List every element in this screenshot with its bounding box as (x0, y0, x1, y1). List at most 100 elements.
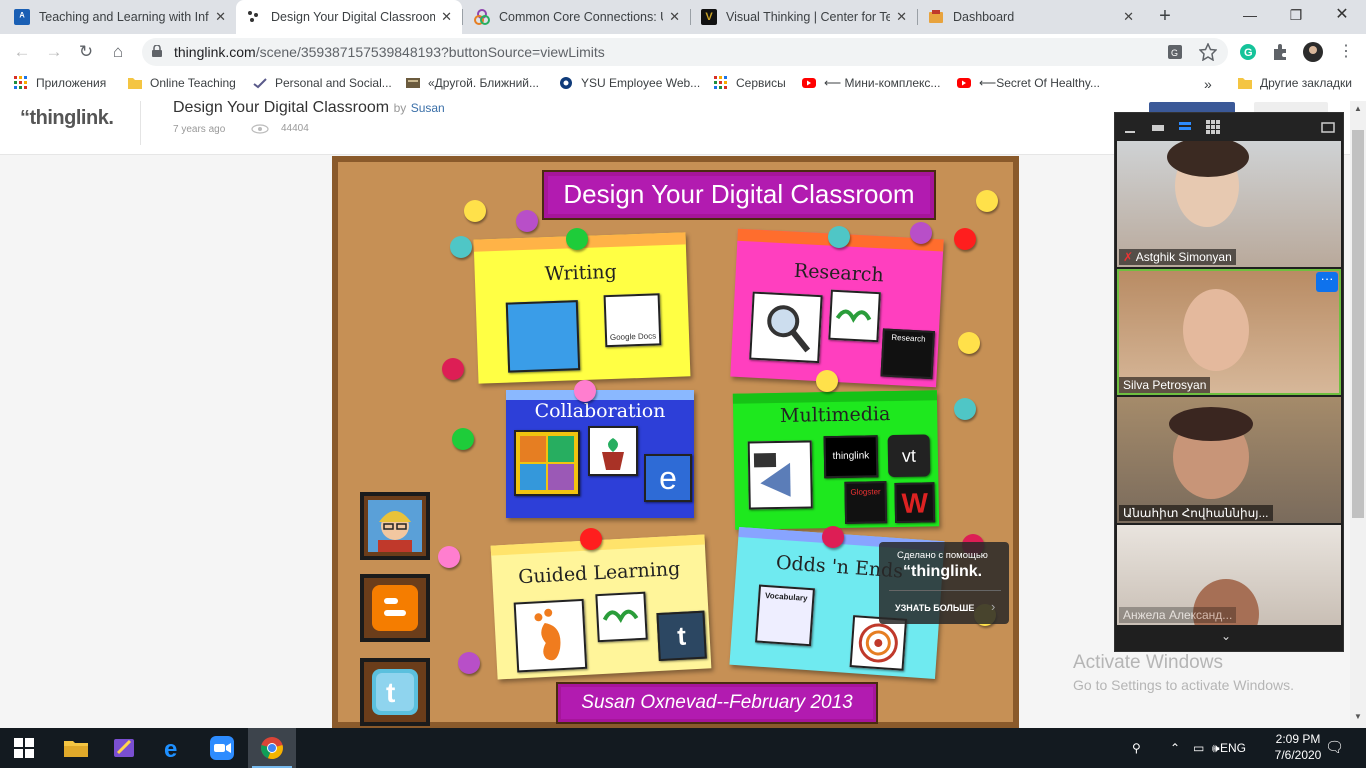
other-bookmarks[interactable]: Другие закладки (1238, 76, 1352, 90)
author-link[interactable]: Susan (411, 101, 445, 115)
bookmark-servisy[interactable]: Сервисы (714, 76, 786, 90)
taskbar-app-purple[interactable] (100, 728, 148, 768)
participant-more-button[interactable]: ··· (1316, 272, 1338, 292)
bookmark-label: Другие закладки (1260, 76, 1352, 90)
edmodo-e-icon[interactable]: e (644, 454, 692, 502)
google-docs-icon[interactable]: Google Docs (603, 293, 662, 348)
bookmark-online-teaching[interactable]: Online Teaching (128, 76, 236, 90)
tumblr-label: t (676, 620, 687, 652)
blue-folder-icon[interactable] (505, 300, 581, 373)
tab-design-digital-classroom[interactable]: Design Your Digital Classroom ✕ (236, 0, 462, 34)
taskbar-file-explorer[interactable] (52, 728, 100, 768)
back-button[interactable]: ← (10, 40, 34, 64)
plant-pot-icon[interactable] (588, 426, 638, 476)
notifications-icon[interactable]: 🗨 (1325, 738, 1344, 756)
footprint-icon[interactable] (513, 598, 588, 673)
wikispaces-icon[interactable] (595, 591, 648, 643)
url-text[interactable]: thinglink.com/scene/359387157539848193?b… (174, 44, 605, 60)
taskbar-chrome[interactable] (248, 728, 296, 768)
glogster-icon[interactable]: Glogster (844, 481, 888, 524)
profile-avatar[interactable] (1303, 42, 1323, 62)
chrome-menu-icon[interactable]: ⋮ (1334, 40, 1358, 64)
teal-pushpin (828, 226, 850, 248)
speaker-view-icon[interactable] (1178, 120, 1192, 134)
home-button[interactable]: ⌂ (106, 40, 130, 64)
vocabulary-icon[interactable]: Vocabulary (755, 584, 815, 647)
url-host: thinglink.com (174, 44, 256, 60)
start-button[interactable] (0, 728, 48, 768)
wikispaces-icon[interactable] (828, 289, 881, 343)
taskbar-edge[interactable]: e (150, 728, 198, 768)
volume-icon[interactable]: 🕪 (1212, 741, 1220, 756)
restore-window-button[interactable]: ❐ (1276, 4, 1316, 28)
new-tab-button[interactable]: + (1153, 5, 1177, 29)
bookmarks-overflow-button[interactable]: » (1204, 76, 1212, 92)
avatar-frame[interactable] (360, 492, 430, 560)
bookmark-secret-healthy[interactable]: ⟵Secret Of Healthy... (957, 76, 1100, 90)
scrollbar-thumb[interactable] (1352, 130, 1364, 518)
bookmark-star-icon[interactable] (1199, 43, 1217, 61)
show-hidden-icons-chevron-icon[interactable]: ⌃ (1170, 741, 1180, 755)
grammarly-icon[interactable]: G (1239, 43, 1257, 61)
participant-tile-anzhela[interactable]: Анжела Александ... (1117, 525, 1341, 625)
close-tab-icon[interactable]: ✕ (669, 9, 680, 25)
twitter-frame[interactable]: t (360, 658, 430, 726)
tumblr-icon[interactable]: t (656, 610, 707, 662)
exit-panel-icon[interactable] (1321, 120, 1335, 134)
note-multimedia[interactable]: Multimedia thinglink vt Glogster W (732, 390, 940, 530)
tab-title: Dashboard (953, 10, 1015, 24)
megaphone-film-icon[interactable] (747, 440, 813, 510)
bookmark-mini-kompleks[interactable]: ⟵ Мини-комплекс... (802, 76, 940, 90)
tab-dashboard[interactable]: Dashboard ✕ (918, 0, 1144, 34)
participant-tile-astghik[interactable]: ✗ Astghik Simonyan (1117, 141, 1341, 267)
note-guided-learning[interactable]: Guided Learning t (490, 534, 712, 680)
voicethread-icon[interactable]: vt (887, 434, 931, 478)
thinglink-logo[interactable]: “thinglink. (20, 107, 114, 130)
network-icon[interactable]: ▭ (1193, 741, 1204, 755)
participant-tile-silva[interactable]: Silva Petrosyan (1117, 269, 1341, 395)
tab-teaching-learning[interactable]: ᴬ Teaching and Learning with Inf ✕ (4, 0, 236, 34)
made-with-thinglink-badge[interactable]: Сделано с помощью “thinglink. УЗНАТЬ БОЛ… (879, 542, 1009, 624)
close-window-button[interactable]: ✕ (1322, 4, 1362, 28)
forward-button[interactable]: → (42, 40, 66, 64)
note-research[interactable]: Research Research (730, 228, 944, 388)
extensions-puzzle-icon[interactable] (1271, 43, 1289, 61)
close-tab-icon[interactable]: ✕ (1123, 9, 1134, 25)
input-language-indicator[interactable]: ENG (1220, 741, 1246, 755)
close-tab-icon[interactable]: ✕ (896, 9, 907, 25)
note-collaboration[interactable]: Collaboration e (506, 390, 694, 518)
translate-icon[interactable]: G (1167, 43, 1185, 61)
people-icon[interactable]: ⚲ (1132, 741, 1141, 755)
research-docs-icon[interactable]: Research (880, 328, 935, 380)
youtube-icon (802, 78, 816, 88)
scroll-participants-chevron-icon[interactable]: ⌄ (1221, 629, 1231, 643)
close-tab-icon[interactable]: ✕ (215, 9, 226, 25)
blogger-frame[interactable] (360, 574, 430, 642)
google-docs-label: Google Docs (609, 331, 657, 343)
thinglink-logo-icon[interactable]: thinglink (823, 435, 879, 479)
bookmark-apps[interactable]: Приложения (14, 76, 106, 90)
corkboard-image[interactable]: Design Your Digital Classroom Writing Go… (332, 156, 1019, 728)
muted-mic-icon: ✗ (1123, 250, 1136, 264)
reload-button[interactable]: ↻ (74, 40, 98, 64)
wevideo-icon[interactable]: W (894, 482, 936, 523)
minimize-window-button[interactable]: — (1230, 4, 1270, 28)
bookmark-drugoy-blizhniy[interactable]: «Другой. Ближний... (406, 76, 539, 90)
learn-more-link[interactable]: УЗНАТЬ БОЛЬШЕ (895, 603, 974, 613)
bookmark-ysu-employee[interactable]: YSU Employee Web... (559, 76, 700, 90)
puzzle-icon[interactable] (514, 430, 580, 496)
hide-video-icon[interactable] (1151, 120, 1165, 134)
scroll-up-arrow-icon[interactable]: ▲ (1352, 104, 1364, 118)
bookmark-personal-social[interactable]: Personal and Social... (253, 76, 392, 90)
minimize-video-icon[interactable] (1123, 120, 1137, 134)
close-tab-icon[interactable]: ✕ (441, 9, 452, 25)
note-writing[interactable]: Writing Google Docs (473, 232, 691, 384)
scroll-down-arrow-icon[interactable]: ▼ (1352, 712, 1364, 726)
taskbar-zoom[interactable] (198, 728, 246, 768)
participant-tile-anahit[interactable]: Անահիտ Հովհաննիսյ... (1117, 397, 1341, 523)
tab-common-core[interactable]: Common Core Connections: U ✕ (464, 0, 690, 34)
taskbar-clock[interactable]: 2:09 PM 7/6/2020 (1268, 731, 1328, 763)
magnifier-laptop-icon[interactable] (749, 291, 823, 364)
gallery-view-icon[interactable] (1206, 120, 1220, 134)
tab-visual-thinking[interactable]: V Visual Thinking | Center for Tea ✕ (691, 0, 917, 34)
